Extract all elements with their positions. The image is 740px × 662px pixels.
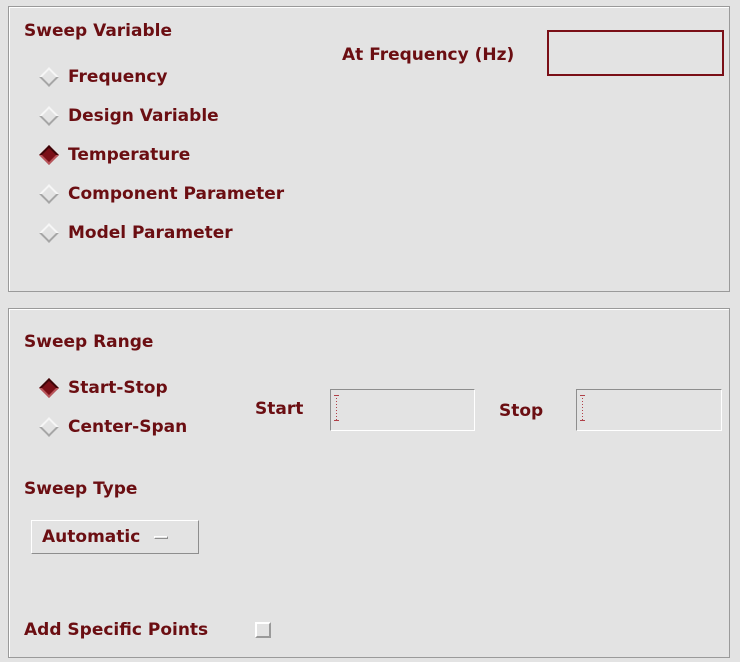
add-specific-points-checkbox[interactable] bbox=[255, 622, 271, 638]
sweep-type-value: Automatic bbox=[42, 527, 141, 547]
add-specific-points-label: Add Specific Points bbox=[24, 620, 209, 640]
radio-indicator-selected bbox=[39, 378, 59, 398]
radio-label: Frequency bbox=[68, 67, 168, 87]
radio-center-span[interactable]: Center-Span bbox=[36, 417, 187, 437]
sweep-variable-panel: Sweep Variable Frequency Design Variable… bbox=[8, 6, 730, 292]
sweep-type-dropdown[interactable]: Automatic bbox=[31, 520, 199, 554]
radio-component-parameter[interactable]: Component Parameter bbox=[36, 184, 284, 204]
radio-label: Center-Span bbox=[68, 417, 188, 437]
radio-indicator bbox=[39, 67, 59, 87]
start-label: Start bbox=[255, 399, 304, 419]
radio-temperature[interactable]: Temperature bbox=[36, 145, 190, 165]
start-input[interactable] bbox=[330, 389, 475, 431]
radio-start-stop[interactable]: Start-Stop bbox=[36, 378, 168, 398]
stop-label: Stop bbox=[499, 401, 544, 421]
radio-label: Temperature bbox=[68, 145, 191, 165]
option-menu-indicator-icon bbox=[154, 535, 169, 539]
sweep-range-heading: Sweep Range bbox=[24, 332, 154, 352]
radio-label: Model Parameter bbox=[68, 223, 233, 243]
sweep-variable-heading: Sweep Variable bbox=[24, 21, 173, 41]
sweep-range-panel: Sweep Range Start-Stop Center-Span Start… bbox=[8, 308, 730, 658]
radio-label: Design Variable bbox=[68, 106, 219, 126]
radio-indicator bbox=[39, 184, 59, 204]
sweep-type-heading: Sweep Type bbox=[24, 479, 138, 499]
radio-indicator bbox=[39, 106, 59, 126]
stop-input[interactable] bbox=[576, 389, 722, 431]
at-frequency-input[interactable] bbox=[547, 30, 724, 76]
text-cursor-icon bbox=[580, 395, 585, 421]
radio-design-variable[interactable]: Design Variable bbox=[36, 106, 219, 126]
radio-indicator bbox=[39, 417, 59, 437]
text-cursor-icon bbox=[334, 395, 339, 421]
radio-label: Start-Stop bbox=[68, 378, 168, 398]
radio-indicator bbox=[39, 223, 59, 243]
radio-frequency[interactable]: Frequency bbox=[36, 67, 168, 87]
radio-indicator-selected bbox=[39, 145, 59, 165]
radio-model-parameter[interactable]: Model Parameter bbox=[36, 223, 233, 243]
at-frequency-label: At Frequency (Hz) bbox=[342, 45, 515, 65]
radio-label: Component Parameter bbox=[68, 184, 285, 204]
